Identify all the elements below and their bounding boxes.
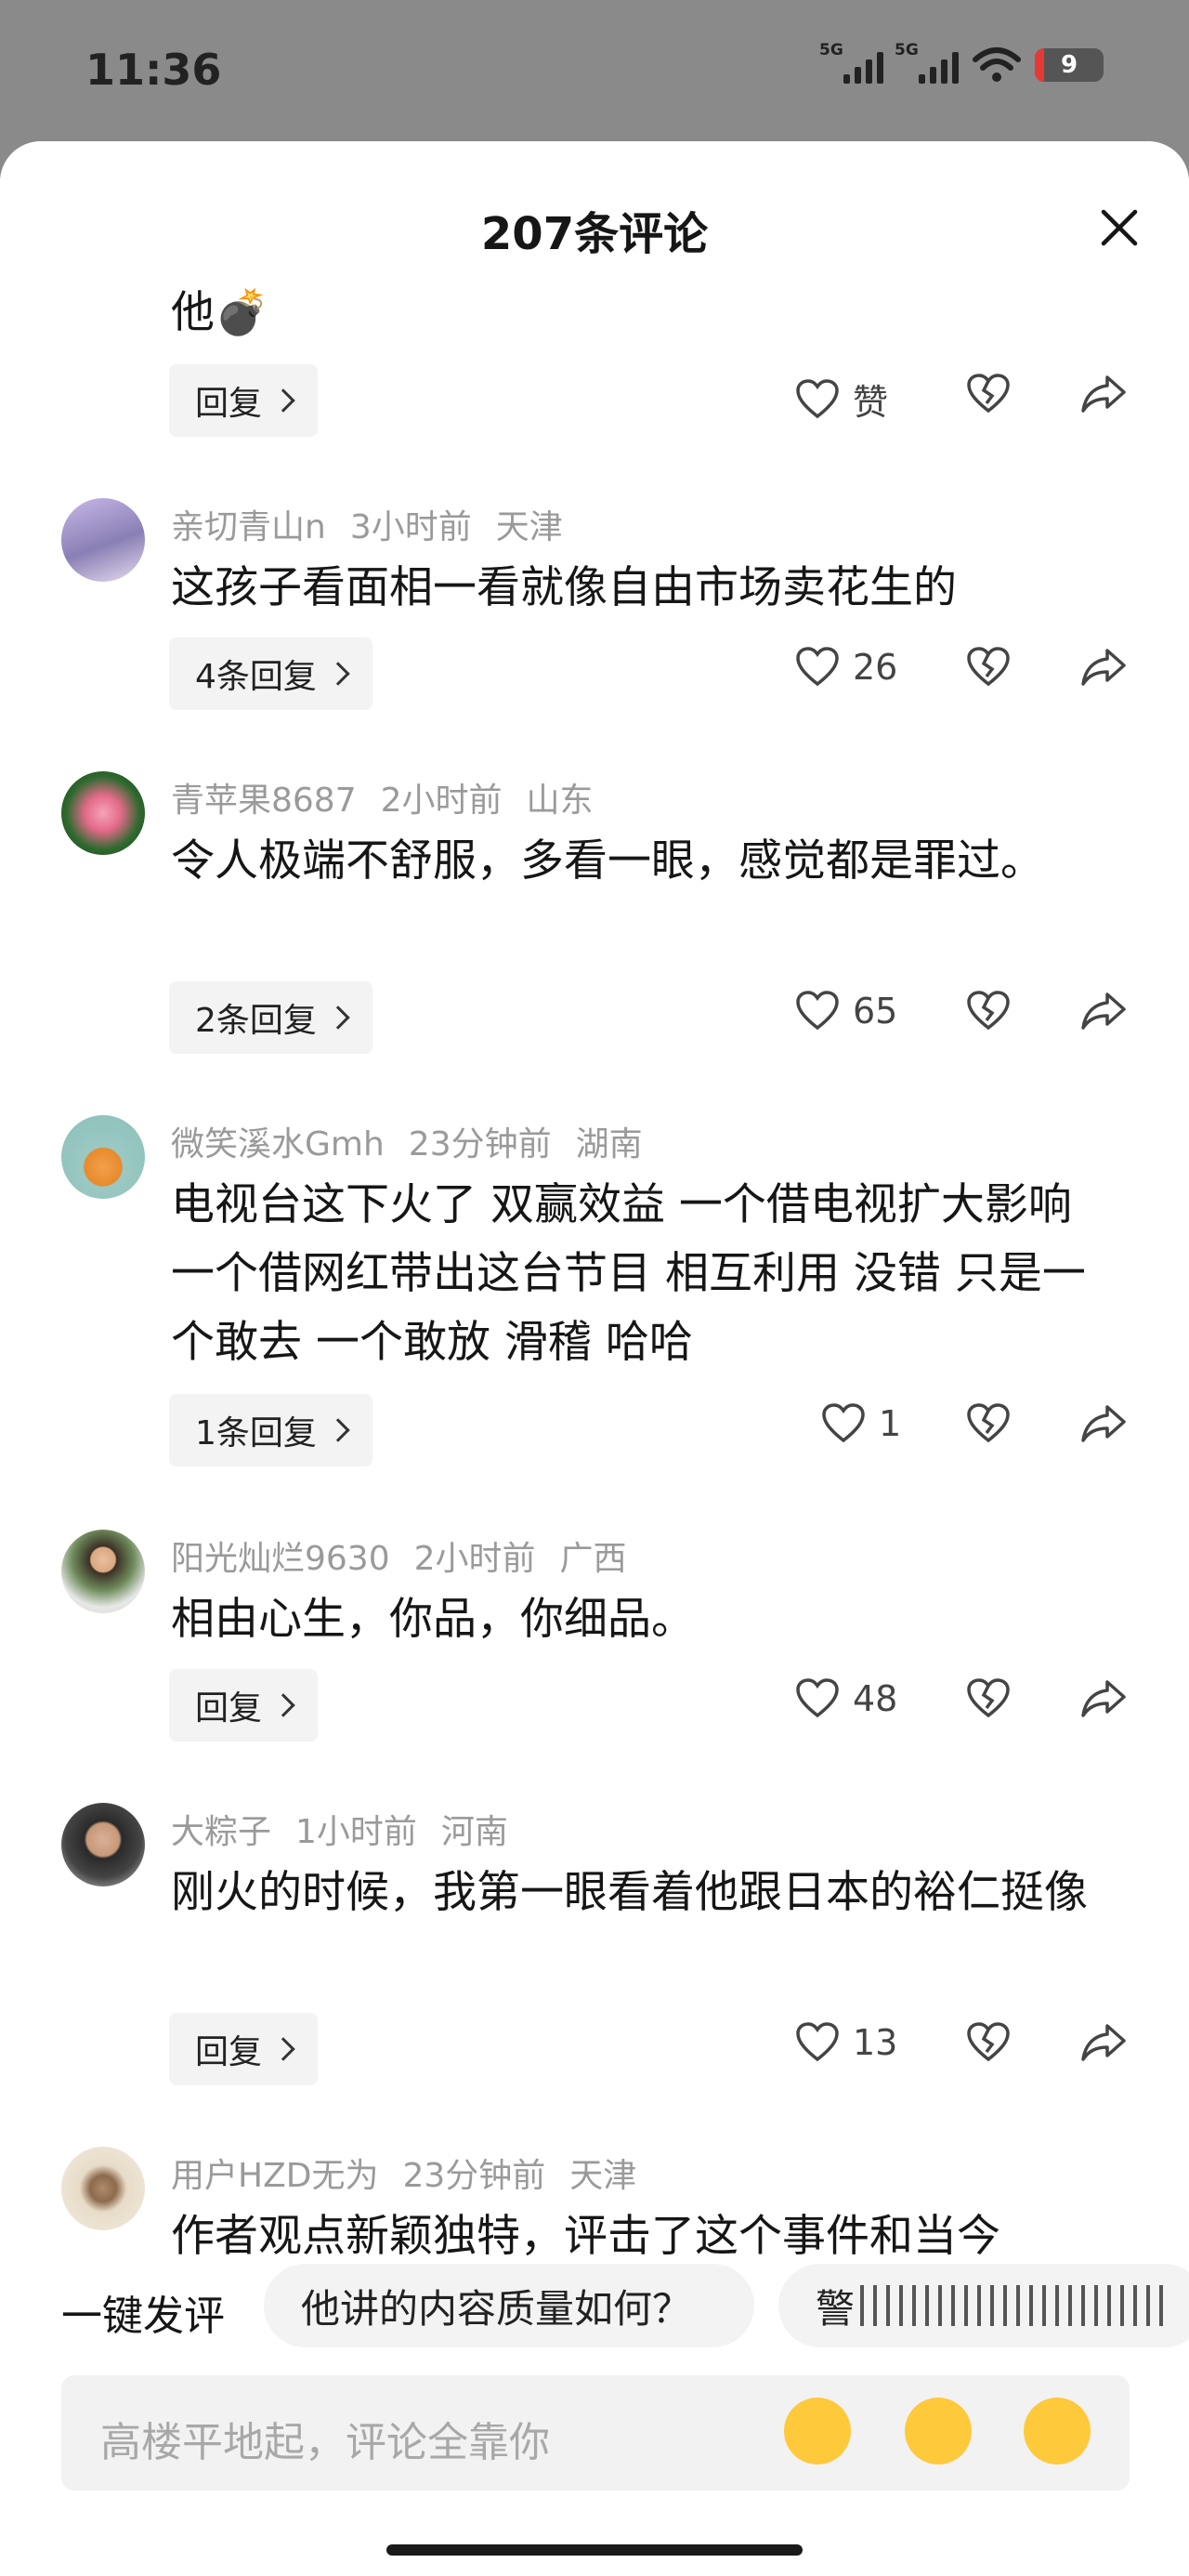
share-icon[interactable]: [1079, 1403, 1128, 1444]
comment-location: 河南: [440, 1813, 508, 1851]
comment-location: 广西: [559, 1540, 627, 1578]
comment-meta: 亲切青山n 3小时前 天津: [171, 500, 587, 548]
sheet-header: 207条评论: [0, 141, 1189, 268]
emoji-icon[interactable]: [1024, 2398, 1091, 2464]
username[interactable]: 青苹果8687: [171, 782, 357, 820]
quick-comment-row: 一键发评 他讲的内容质量如何？ 警: [0, 2260, 1189, 2349]
comment-actions: 65: [0, 991, 1189, 1046]
like-button[interactable]: 赞: [795, 374, 888, 425]
comment-text: 电视台这下火了 双赢效益 一个借电视扩大影响 一个借网红带出这台节目 相互利用 …: [171, 1179, 1086, 1368]
comment-text: 令人极端不舒服，多看一眼，感觉都是罪过。: [171, 835, 1044, 887]
like-count: 赞: [853, 382, 889, 423]
emoji-icon[interactable]: [784, 2398, 851, 2464]
like-button[interactable]: 1: [821, 1403, 901, 1444]
username[interactable]: 微笑溪水Gmh: [171, 1125, 385, 1163]
comment-input-placeholder: 高楼平地起，评论全靠你: [100, 2419, 550, 2466]
comment-actions: 48: [0, 1678, 1189, 1734]
status-time: 11:36: [85, 45, 222, 95]
network-label: 5G: [819, 41, 843, 59]
signal-icon: 5G: [819, 41, 883, 84]
signal-icon: 5G: [895, 41, 959, 84]
broken-heart-icon[interactable]: [966, 1403, 1011, 1444]
avatar[interactable]: [61, 771, 145, 855]
username[interactable]: 亲切青山n: [171, 508, 326, 546]
comment-time: 2小时前: [413, 1540, 536, 1578]
like-count: 1: [879, 1403, 902, 1444]
broken-heart-icon[interactable]: [966, 1678, 1011, 1719]
comment-location: 山东: [526, 782, 594, 820]
like-button[interactable]: 26: [795, 647, 897, 688]
network-label: 5G: [895, 41, 919, 59]
comment-time: 2小时前: [380, 782, 503, 820]
comment-actions: 13: [0, 2022, 1189, 2078]
comment-location: 天津: [569, 2157, 637, 2195]
wifi-icon: [973, 47, 1021, 82]
comment-input[interactable]: 高楼平地起，评论全靠你: [61, 2375, 1130, 2491]
avatar[interactable]: [61, 1803, 145, 1886]
comment-text: 相由心生，你品，你细品。: [171, 1594, 695, 1645]
heart-icon: [822, 1403, 865, 1443]
sheet-title: 207条评论: [480, 208, 709, 260]
share-icon[interactable]: [1079, 1678, 1128, 1719]
quick-comment-chip[interactable]: 警: [778, 2264, 1189, 2347]
battery-level: 9: [1060, 51, 1078, 79]
close-icon[interactable]: [1096, 204, 1143, 251]
comment-meta: 大粽子 1小时前 河南: [171, 1805, 532, 1853]
quick-comment-label: 一键发评: [61, 2293, 225, 2340]
heart-icon: [796, 1678, 839, 1718]
avatar[interactable]: [61, 2147, 145, 2230]
like-count: 48: [853, 1678, 898, 1719]
avatar[interactable]: [61, 1115, 145, 1199]
comment-meta: 阳光灿烂9630 2小时前 广西: [171, 1531, 651, 1580]
broken-heart-icon[interactable]: [966, 991, 1011, 1032]
share-icon[interactable]: [1079, 2022, 1128, 2063]
comment-time: 3小时前: [349, 508, 472, 546]
broken-heart-icon[interactable]: [966, 647, 1011, 688]
comment-meta: 青苹果8687 2小时前 山东: [171, 773, 618, 821]
like-button[interactable]: 13: [795, 2022, 897, 2063]
like-button[interactable]: 65: [795, 991, 897, 1032]
heart-icon: [796, 647, 839, 687]
comment-actions: 1: [0, 1403, 1189, 1459]
comment-location: 天津: [495, 508, 563, 546]
share-icon[interactable]: [1079, 374, 1128, 414]
comment-meta: 用户HZD无为 23分钟前 天津: [171, 2149, 660, 2197]
broken-heart-icon[interactable]: [966, 2022, 1011, 2063]
comment-actions: 26: [0, 647, 1189, 703]
avatar[interactable]: [61, 498, 145, 582]
comment-time: 23分钟前: [408, 1125, 552, 1163]
quick-comment-chip[interactable]: 他讲的内容质量如何？: [264, 2264, 754, 2347]
status-bar: 11:36 5G 5G 9: [0, 0, 1189, 139]
share-icon[interactable]: [1079, 991, 1128, 1032]
broken-heart-icon[interactable]: [966, 374, 1011, 414]
battery-icon: 9: [1035, 48, 1104, 82]
comment-actions: 赞: [0, 374, 1189, 429]
username[interactable]: 阳光灿烂9630: [171, 1540, 390, 1578]
username[interactable]: 用户HZD无为: [171, 2157, 378, 2195]
emoji-icon[interactable]: [905, 2398, 972, 2464]
comment-text: 刚火的时候，我第一眼看着他跟日本的裕仁挺像: [171, 1867, 1088, 1918]
redacted-text: [860, 2285, 1169, 2326]
comment-location: 湖南: [575, 1125, 643, 1163]
chip-label: 警: [816, 2285, 856, 2332]
avatar[interactable]: [61, 1530, 145, 1613]
chip-label: 他讲的内容质量如何？: [301, 2285, 692, 2332]
heart-icon: [796, 378, 839, 418]
username[interactable]: 大粽子: [171, 1813, 271, 1851]
like-button[interactable]: 48: [795, 1678, 897, 1719]
comment-meta: 微笑溪水Gmh 23分钟前 湖南: [171, 1117, 667, 1165]
like-count: 65: [853, 991, 898, 1032]
comments-sheet: 他💣 回复 赞 亲切青山n 3小时前 天津 这孩子看面相一看就像自由市场卖花生的 4…: [0, 141, 1189, 2576]
like-count: 13: [853, 2022, 898, 2063]
comment-time: 1小时前: [295, 1813, 417, 1851]
heart-icon: [796, 2022, 839, 2062]
comment-text: 这孩子看面相一看就像自由市场卖花生的: [171, 562, 957, 613]
status-icons: 5G 5G 9: [819, 41, 1104, 84]
share-icon[interactable]: [1079, 647, 1128, 688]
heart-icon: [796, 991, 839, 1031]
like-count: 26: [853, 647, 898, 688]
comment-text: 他💣: [171, 287, 269, 338]
home-indicator[interactable]: [386, 2544, 803, 2556]
comment-time: 23分钟前: [402, 2157, 546, 2195]
